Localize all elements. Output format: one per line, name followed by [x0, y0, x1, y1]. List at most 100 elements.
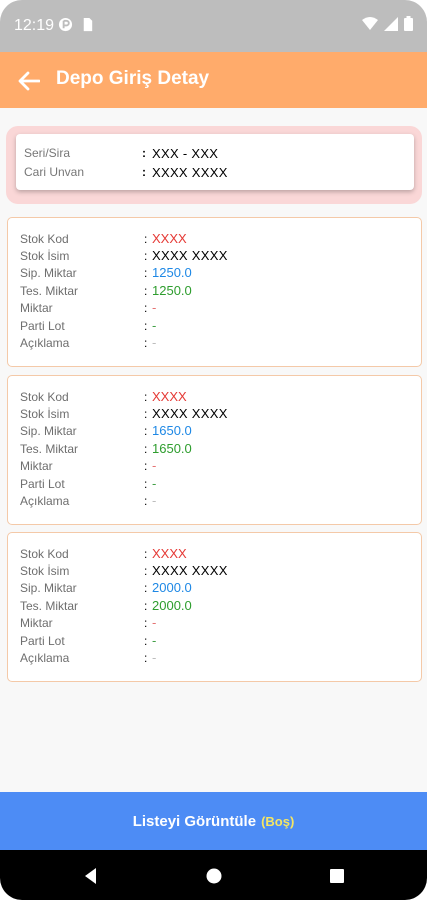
field-label: Açıklama — [20, 493, 70, 508]
system-nav-bar — [0, 850, 427, 900]
summary-row-cari: Cari Unvan : XXXX XXXX — [24, 165, 404, 180]
colon: : — [144, 265, 148, 280]
stok-kod-value: XXXX — [152, 389, 187, 404]
colon: : — [144, 318, 148, 333]
row-stok-kod: Stok Kod: XXXX — [20, 230, 187, 247]
view-list-label: Listeyi Görüntüle — [132, 812, 257, 830]
stock-item-card[interactable]: Stok Kod: XXXX Stok İsim: XXXX XXXX Sip. M… — [7, 532, 422, 682]
app-bar: Depo Giriş Detay — [0, 52, 427, 108]
field-label: Stok Kod — [20, 389, 69, 404]
colon: : — [144, 248, 148, 263]
page-title: Depo Giriş Detay — [56, 68, 210, 89]
row-miktar: Miktar: - — [20, 614, 156, 631]
sync-icon — [58, 17, 73, 32]
wifi-icon — [362, 16, 378, 30]
field-label: Parti Lot — [20, 318, 65, 333]
status-bar: 12:19 — [0, 0, 427, 52]
colon: : — [144, 598, 148, 613]
field-label: Sip. Miktar — [20, 423, 77, 438]
summary-panel: Seri/Sira : XXX - XXX Cari Unvan : XXXX … — [6, 126, 422, 204]
colon: : — [144, 458, 148, 473]
colon: : — [144, 546, 148, 561]
row-stok-kod: Stok Kod: XXXX — [20, 388, 187, 405]
colon: : — [142, 165, 146, 179]
colon: : — [142, 146, 146, 160]
stok-isim-value: XXXX XXXX — [152, 406, 228, 421]
stok-isim-value: XXXX XXXX — [152, 248, 228, 263]
row-sip-miktar: Sip. Miktar:1650.0 — [20, 422, 192, 439]
colon: : — [144, 615, 148, 630]
row-tes-miktar: Tes. Miktar:2000.0 — [20, 597, 192, 614]
stok-isim-value: XXXX XXXX — [152, 563, 228, 578]
field-label: Stok İsim — [20, 406, 70, 421]
row-stok-isim: Stok İsim: XXXX XXXX — [20, 405, 228, 422]
parti-lot-value: - — [152, 318, 157, 333]
aciklama-value: - — [152, 493, 157, 508]
view-list-button[interactable]: Listeyi Görüntüle (Boş) — [0, 792, 427, 850]
field-label: Miktar — [20, 300, 53, 315]
aciklama-value: - — [152, 650, 157, 665]
stok-kod-value: XXXX — [152, 231, 187, 246]
battery-icon — [404, 16, 413, 31]
triangle-back-icon[interactable] — [80, 865, 102, 887]
field-label: Açıklama — [20, 335, 70, 350]
sip-miktar-value: 1650.0 — [152, 423, 192, 438]
aciklama-value: - — [152, 335, 157, 350]
tes-miktar-value: 1250.0 — [152, 283, 192, 298]
tes-miktar-value: 1650.0 — [152, 441, 192, 456]
row-parti-lot: Parti Lot: - — [20, 317, 156, 334]
colon: : — [144, 633, 148, 648]
colon: : — [144, 441, 148, 456]
status-indicators — [362, 16, 413, 31]
field-label: Tes. Miktar — [20, 598, 79, 613]
field-label: Sip. Miktar — [20, 580, 77, 595]
row-aciklama: Açıklama: - — [20, 649, 156, 666]
arrow-left-icon — [18, 71, 40, 91]
content-area[interactable]: Seri/Sira : XXX - XXX Cari Unvan : XXXX … — [0, 108, 427, 792]
parti-lot-value: - — [152, 633, 157, 648]
parti-lot-value: - — [152, 476, 157, 491]
field-label: Miktar — [20, 458, 53, 473]
row-stok-kod: Stok Kod: XXXX — [20, 545, 187, 562]
summary-card: Seri/Sira : XXX - XXX Cari Unvan : XXXX … — [16, 134, 414, 190]
sim-icon — [83, 17, 93, 32]
circle-home-icon[interactable] — [203, 865, 225, 887]
colon: : — [144, 231, 148, 246]
colon: : — [144, 406, 148, 421]
row-parti-lot: Parti Lot: - — [20, 632, 156, 649]
back-button[interactable] — [12, 64, 46, 98]
colon: : — [144, 476, 148, 491]
row-tes-miktar: Tes. Miktar:1250.0 — [20, 282, 192, 299]
colon: : — [144, 563, 148, 578]
stock-item-card[interactable]: Stok Kod: XXXX Stok İsim: XXXX XXXX Sip. M… — [7, 217, 422, 367]
stock-item-card[interactable]: Stok Kod: XXXX Stok İsim: XXXX XXXX Sip. M… — [7, 375, 422, 525]
row-sip-miktar: Sip. Miktar:1250.0 — [20, 264, 192, 281]
miktar-value: - — [152, 615, 157, 630]
colon: : — [144, 300, 148, 315]
field-label: Parti Lot — [20, 633, 65, 648]
field-label: Stok İsim — [20, 563, 70, 578]
summary-row-seri: Seri/Sira : XXX - XXX — [24, 146, 404, 161]
colon: : — [144, 423, 148, 438]
tes-miktar-value: 2000.0 — [152, 598, 192, 613]
row-miktar: Miktar: - — [20, 299, 156, 316]
row-stok-isim: Stok İsim: XXXX XXXX — [20, 562, 228, 579]
sip-miktar-value: 1250.0 — [152, 265, 192, 280]
colon: : — [144, 650, 148, 665]
row-sip-miktar: Sip. Miktar:2000.0 — [20, 579, 192, 596]
field-label: Parti Lot — [20, 476, 65, 491]
stok-kod-value: XXXX — [152, 546, 187, 561]
field-label: Tes. Miktar — [20, 283, 79, 298]
status-time: 12:19 — [14, 17, 55, 34]
summary-label: Cari Unvan — [24, 165, 85, 179]
row-miktar: Miktar: - — [20, 457, 156, 474]
field-label: Stok Kod — [20, 231, 69, 246]
row-tes-miktar: Tes. Miktar:1650.0 — [20, 440, 192, 457]
square-recent-icon[interactable] — [326, 865, 348, 887]
field-label: Açıklama — [20, 650, 70, 665]
field-label: Stok İsim — [20, 248, 70, 263]
row-stok-isim: Stok İsim: XXXX XXXX — [20, 247, 228, 264]
miktar-value: - — [152, 458, 157, 473]
summary-value: XXX - XXX — [152, 146, 219, 161]
list-status-label: (Boş) — [261, 813, 295, 829]
